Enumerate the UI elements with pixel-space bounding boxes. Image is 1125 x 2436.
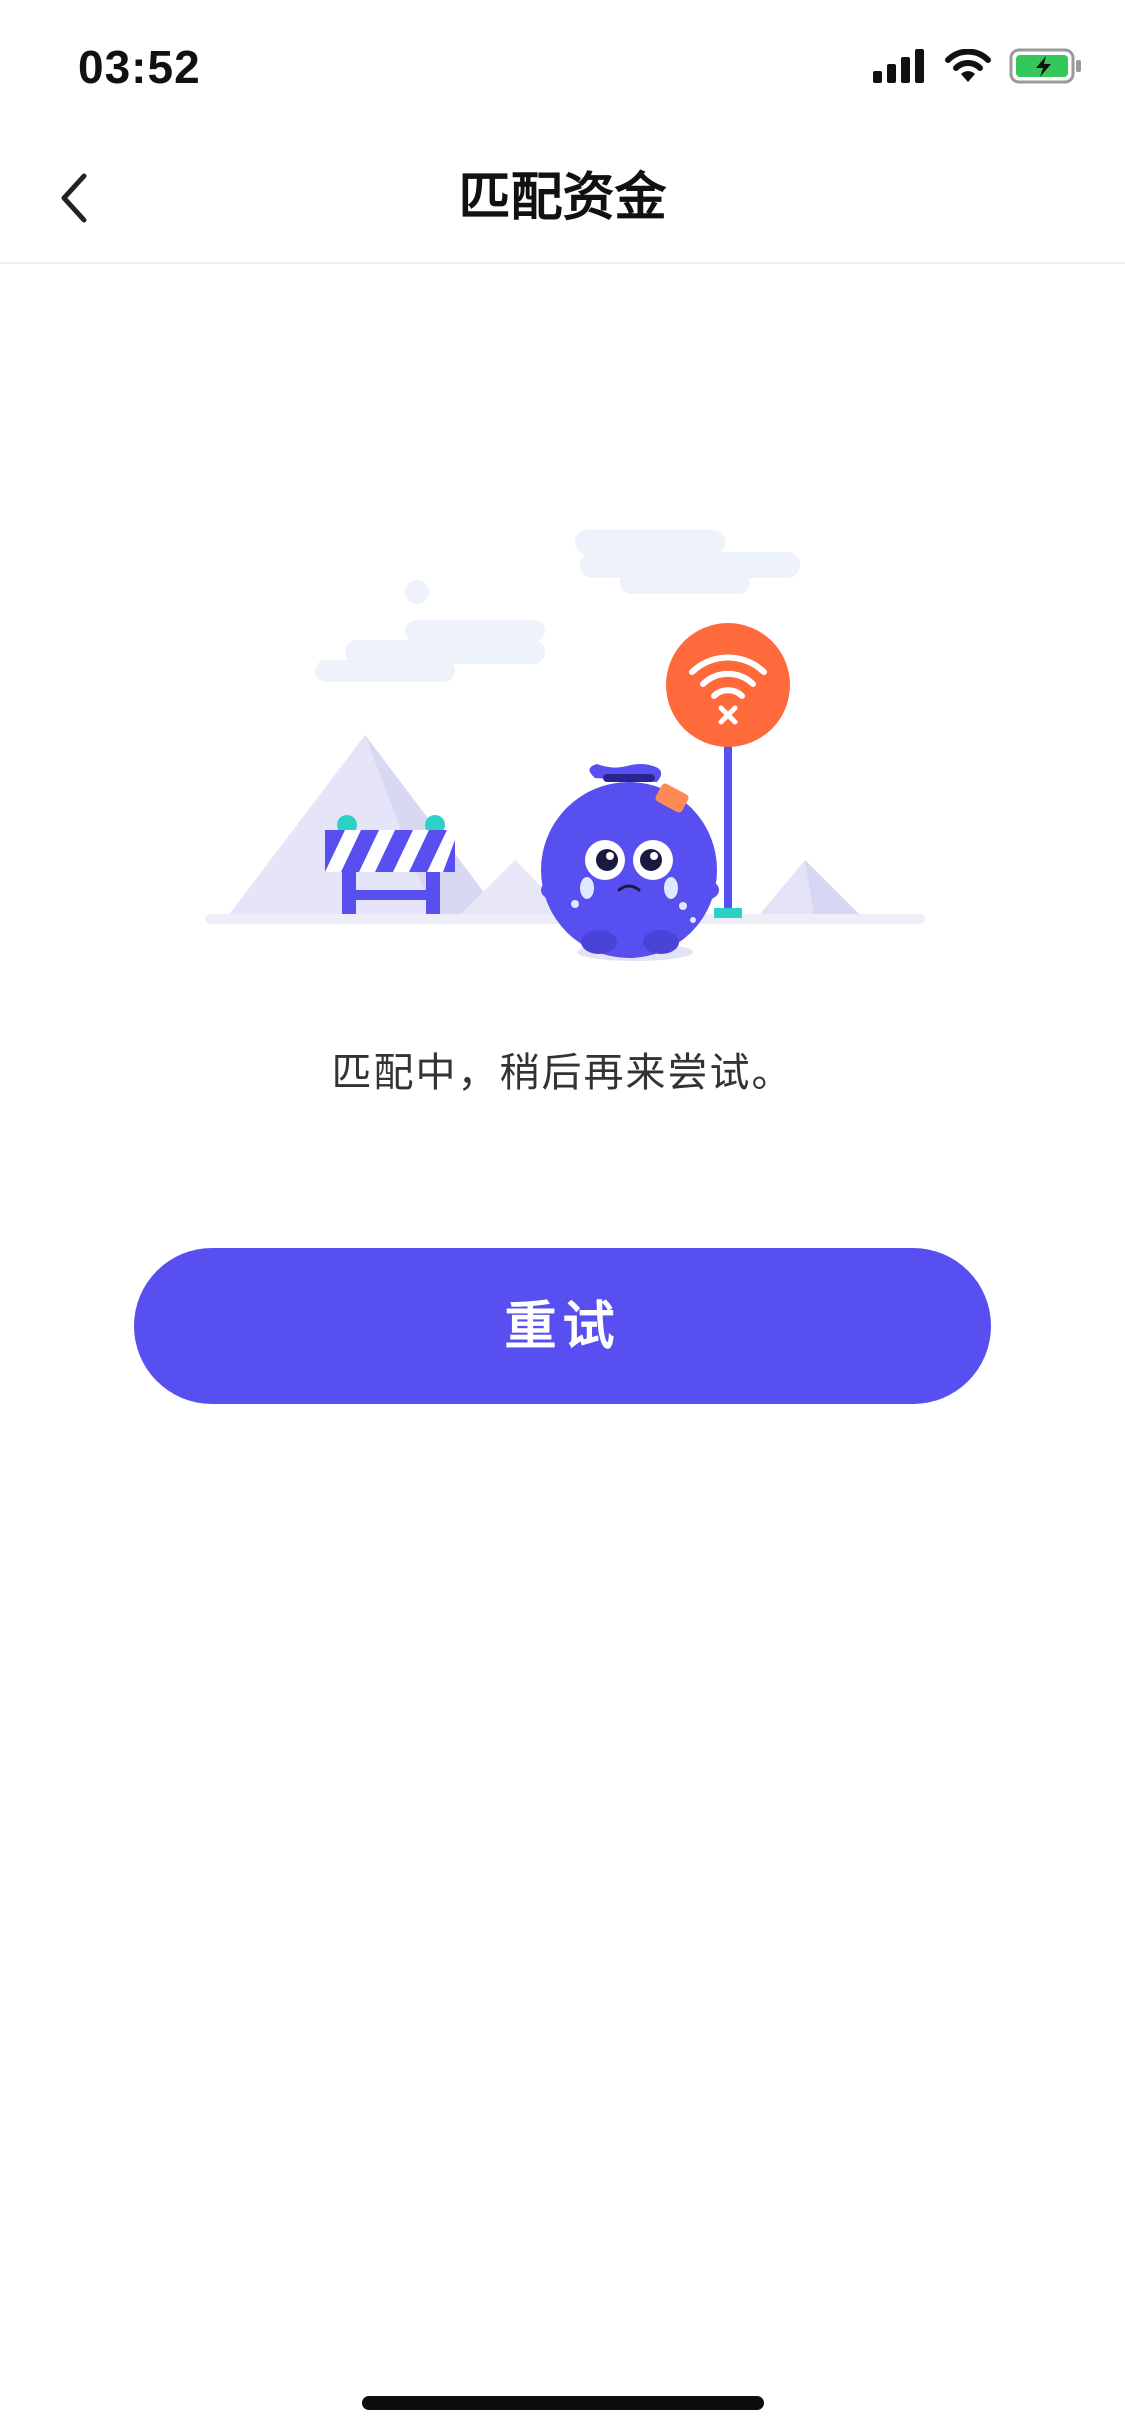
home-indicator — [362, 2396, 764, 2410]
battery-charging-icon — [1009, 48, 1083, 88]
retry-button[interactable]: 重试 — [134, 1248, 991, 1404]
mascot-icon — [541, 764, 719, 961]
status-bar: 03:52 — [0, 0, 1125, 132]
status-icons — [873, 48, 1083, 88]
nav-bar: 匹配资金 — [0, 132, 1125, 264]
wifi-icon — [945, 48, 991, 87]
page-title: 匹配资金 — [458, 168, 667, 228]
error-illustration — [195, 520, 935, 980]
status-message: 匹配中，稍后再来尝试。 — [331, 1050, 794, 1096]
signal-icon — [873, 49, 927, 87]
status-time: 03:52 — [78, 41, 201, 93]
